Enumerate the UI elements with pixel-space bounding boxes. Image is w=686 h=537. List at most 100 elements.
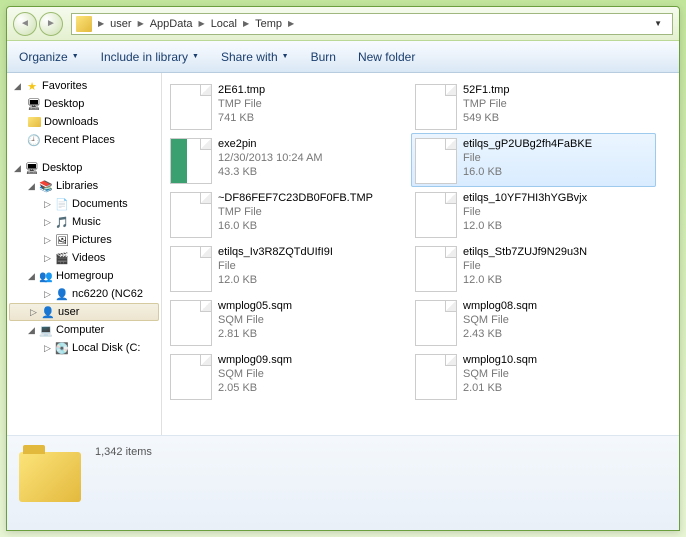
file-item[interactable]: 52F1.tmpTMP File549 KB: [411, 79, 656, 133]
file-name: wmplog09.sqm: [218, 353, 292, 367]
expand-icon[interactable]: ▷: [43, 235, 52, 246]
file-item[interactable]: etilqs_gP2UBg2fh4FaBKEFile16.0 KB: [411, 133, 656, 187]
file-item[interactable]: wmplog08.sqmSQM File2.43 KB: [411, 295, 656, 349]
file-item[interactable]: etilqs_Iv3R8ZQTdUIfI9IFile12.0 KB: [166, 241, 411, 295]
tree-homegroup-user[interactable]: ▷👤nc6220 (NC62: [7, 285, 161, 303]
file-item[interactable]: etilqs_10YF7HI3hYGBvjxFile12.0 KB: [411, 187, 656, 241]
breadcrumb-segment[interactable]: AppData: [146, 18, 197, 30]
file-item[interactable]: exe2pin12/30/2013 10:24 AM43.3 KB: [166, 133, 411, 187]
collapse-icon[interactable]: ◢: [27, 181, 36, 192]
file-item[interactable]: wmplog09.sqmSQM File2.05 KB: [166, 349, 411, 403]
file-size: 2.05 KB: [218, 381, 292, 395]
drive-icon: 💽: [55, 341, 69, 355]
file-item[interactable]: ~DF86FEF7C23DB0F0FB.TMPTMP File16.0 KB: [166, 187, 411, 241]
tree-label: Documents: [72, 198, 128, 210]
tree-pictures[interactable]: ▷🖼Pictures: [7, 231, 161, 249]
file-item[interactable]: wmplog10.sqmSQM File2.01 KB: [411, 349, 656, 403]
file-item[interactable]: etilqs_Stb7ZUJf9N29u3NFile12.0 KB: [411, 241, 656, 295]
file-type: TMP File: [463, 97, 509, 111]
breadcrumb-segment[interactable]: Temp: [251, 18, 286, 30]
tree-item-downloads[interactable]: Downloads: [7, 113, 161, 131]
breadcrumb[interactable]: ▶ user ▶ AppData ▶ Local ▶ Temp ▶ ▼: [71, 13, 673, 35]
file-item[interactable]: wmplog05.sqmSQM File2.81 KB: [166, 295, 411, 349]
breadcrumb-segment[interactable]: Local: [207, 18, 241, 30]
tree-computer[interactable]: ◢💻Computer: [7, 321, 161, 339]
file-info: etilqs_gP2UBg2fh4FaBKEFile16.0 KB: [463, 137, 592, 179]
expand-icon[interactable]: ▷: [43, 343, 52, 354]
file-name: etilqs_10YF7HI3hYGBvjx: [463, 191, 587, 205]
homegroup-icon: 👥: [39, 269, 53, 283]
file-size: 16.0 KB: [463, 165, 592, 179]
user-icon: 👤: [41, 305, 55, 319]
tree-homegroup[interactable]: ◢👥Homegroup: [7, 267, 161, 285]
file-info: wmplog09.sqmSQM File2.05 KB: [218, 353, 292, 395]
file-name: etilqs_Iv3R8ZQTdUIfI9I: [218, 245, 333, 259]
burn-button[interactable]: Burn: [311, 50, 336, 64]
collapse-icon[interactable]: ◢: [13, 163, 22, 174]
tree-label: Homegroup: [56, 270, 113, 282]
file-name: ~DF86FEF7C23DB0F0FB.TMP: [218, 191, 373, 205]
tree-desktop[interactable]: ◢🖥Desktop: [7, 159, 161, 177]
tree-label: Libraries: [56, 180, 98, 192]
chevron-right-icon[interactable]: ▶: [286, 19, 296, 28]
share-button[interactable]: Share with▼: [221, 50, 289, 64]
collapse-icon[interactable]: ◢: [27, 271, 36, 282]
file-icon: [170, 300, 212, 346]
collapse-icon[interactable]: ◢: [13, 81, 22, 92]
file-info: wmplog10.sqmSQM File2.01 KB: [463, 353, 537, 395]
tree-favorites[interactable]: ◢★Favorites: [7, 77, 161, 95]
breadcrumb-segment[interactable]: user: [106, 18, 135, 30]
expand-icon[interactable]: ▷: [43, 253, 52, 264]
tree-label: Favorites: [42, 80, 87, 92]
new-folder-button[interactable]: New folder: [358, 50, 415, 64]
file-item[interactable]: 2E61.tmpTMP File741 KB: [166, 79, 411, 133]
tree-music[interactable]: ▷🎵Music: [7, 213, 161, 231]
tree-item-desktop[interactable]: 🖥Desktop: [7, 95, 161, 113]
file-type: 12/30/2013 10:24 AM: [218, 151, 323, 165]
chevron-right-icon[interactable]: ▶: [96, 19, 106, 28]
include-library-button[interactable]: Include in library▼: [101, 50, 199, 64]
expand-icon[interactable]: ▷: [43, 199, 52, 210]
file-icon: [415, 84, 457, 130]
tree-local-disk[interactable]: ▷💽Local Disk (C:: [7, 339, 161, 357]
burn-label: Burn: [311, 50, 336, 64]
expand-icon[interactable]: ▷: [43, 217, 52, 228]
file-icon: [170, 246, 212, 292]
file-list: 2E61.tmpTMP File741 KB 52F1.tmpTMP File54…: [162, 73, 679, 435]
expand-icon[interactable]: ▷: [29, 307, 38, 318]
file-icon: [170, 84, 212, 130]
tree-label: Recent Places: [44, 134, 115, 146]
file-size: 12.0 KB: [463, 219, 587, 233]
file-size: 2.43 KB: [463, 327, 537, 341]
chevron-right-icon[interactable]: ▶: [241, 19, 251, 28]
chevron-down-icon[interactable]: ▼: [648, 19, 668, 28]
tree-item-recent[interactable]: 🕘Recent Places: [7, 131, 161, 149]
tree-user[interactable]: ▷👤user: [9, 303, 159, 321]
file-size: 12.0 KB: [218, 273, 333, 287]
desktop-icon: 🖥: [25, 161, 39, 175]
videos-icon: 🎬: [55, 251, 69, 265]
libraries-icon: 📚: [39, 179, 53, 193]
collapse-icon[interactable]: ◢: [27, 325, 36, 336]
back-button[interactable]: ◄: [13, 12, 37, 36]
file-info: etilqs_Iv3R8ZQTdUIfI9IFile12.0 KB: [218, 245, 333, 287]
chevron-right-icon[interactable]: ▶: [197, 19, 207, 28]
file-info: ~DF86FEF7C23DB0F0FB.TMPTMP File16.0 KB: [218, 191, 373, 233]
tree-label: Local Disk (C:: [72, 342, 140, 354]
forward-button[interactable]: ►: [39, 12, 63, 36]
tree-libraries[interactable]: ◢📚Libraries: [7, 177, 161, 195]
organize-button[interactable]: Organize▼: [19, 50, 79, 64]
tree-label: Downloads: [44, 116, 98, 128]
file-size: 12.0 KB: [463, 273, 587, 287]
chevron-down-icon: ▼: [192, 53, 199, 60]
chevron-right-icon[interactable]: ▶: [136, 19, 146, 28]
file-icon: [170, 192, 212, 238]
file-info: 2E61.tmpTMP File741 KB: [218, 83, 265, 125]
tree-documents[interactable]: ▷📄Documents: [7, 195, 161, 213]
tree-videos[interactable]: ▷🎬Videos: [7, 249, 161, 267]
expand-icon[interactable]: ▷: [43, 289, 52, 300]
nav-tree: ◢★Favorites 🖥Desktop Downloads 🕘Recent P…: [7, 73, 162, 435]
file-size: 16.0 KB: [218, 219, 373, 233]
file-icon: [415, 300, 457, 346]
folder-icon: [27, 115, 41, 129]
